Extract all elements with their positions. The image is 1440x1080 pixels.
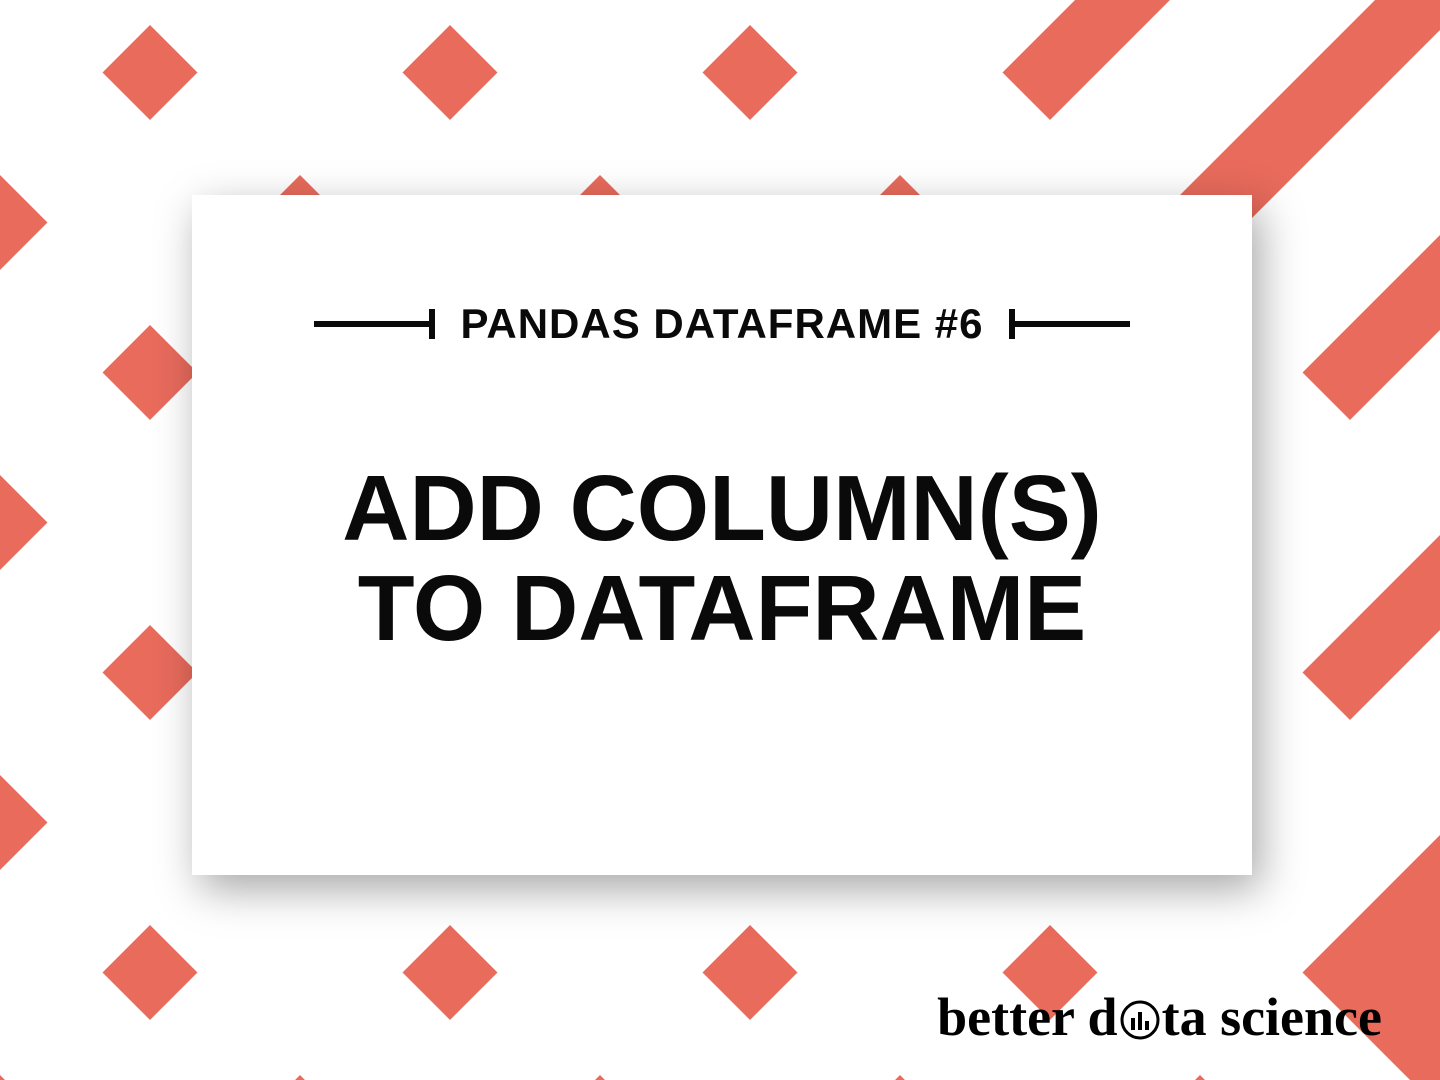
title-card: PANDAS DATAFRAME #6 ADD COLUMN(S) TO DAT…: [192, 195, 1252, 875]
title-line-1: ADD COLUMN(S): [342, 458, 1101, 558]
series-header: PANDAS DATAFRAME #6: [314, 300, 1129, 348]
title-line-2: TO DATAFRAME: [342, 558, 1101, 658]
series-label: PANDAS DATAFRAME #6: [460, 300, 983, 348]
bar-chart-icon: [1120, 1000, 1160, 1040]
brand-text-part2: ta science: [1162, 986, 1382, 1048]
decoration-left: [314, 309, 435, 339]
brand-text-part1: better d: [937, 986, 1117, 1048]
brand-logo: better d ta science: [937, 986, 1382, 1048]
main-title: ADD COLUMN(S) TO DATAFRAME: [342, 458, 1101, 659]
decoration-right: [1009, 309, 1130, 339]
